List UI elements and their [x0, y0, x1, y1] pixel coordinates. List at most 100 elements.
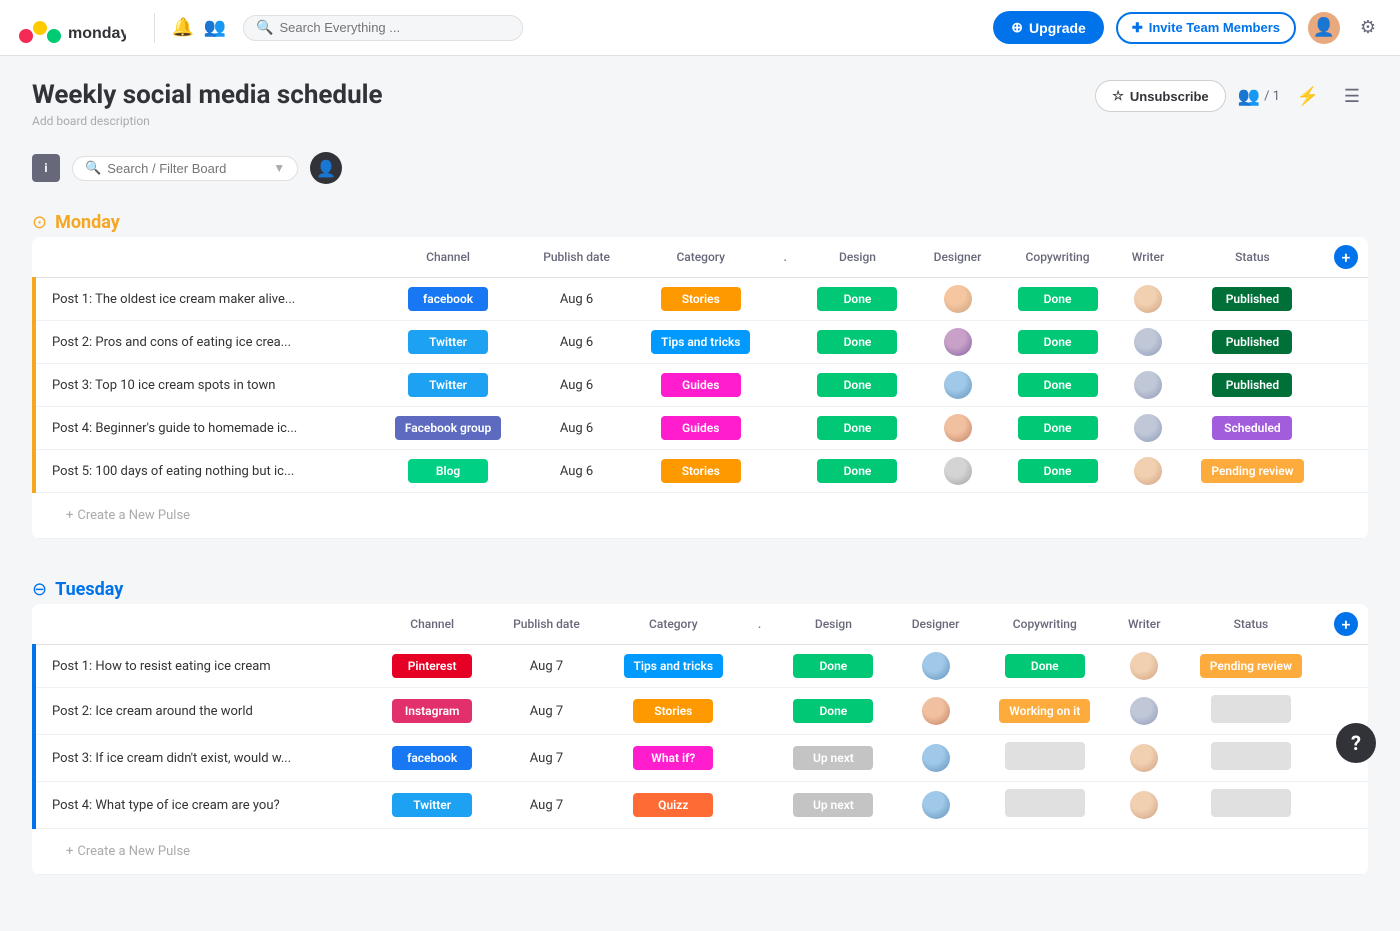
row-status[interactable]: Published: [1181, 364, 1324, 407]
row-writer[interactable]: [1111, 735, 1178, 782]
row-designer[interactable]: [915, 407, 1000, 450]
row-category[interactable]: Tips and tricks: [602, 645, 745, 688]
row-status[interactable]: [1178, 782, 1324, 829]
row-copywriting[interactable]: Done: [1000, 278, 1115, 321]
row-design[interactable]: Done: [800, 321, 915, 364]
row-writer[interactable]: [1115, 278, 1181, 321]
row-design[interactable]: Done: [800, 278, 915, 321]
row-category[interactable]: Tips and tricks: [631, 321, 771, 364]
search-bar[interactable]: 🔍: [243, 15, 523, 41]
row-title[interactable]: Post 4: What type of ice cream are you?: [34, 782, 373, 829]
row-category[interactable]: Stories: [602, 688, 745, 735]
row-status[interactable]: Published: [1181, 321, 1324, 364]
person-filter-button[interactable]: 👤: [310, 152, 342, 184]
row-category[interactable]: Stories: [631, 450, 771, 493]
row-designer[interactable]: [892, 735, 979, 782]
row-design[interactable]: Done: [775, 688, 893, 735]
row-category[interactable]: Quizz: [602, 782, 745, 829]
row-copywriting[interactable]: Working on it: [979, 688, 1111, 735]
row-design[interactable]: Up next: [775, 782, 893, 829]
row-design[interactable]: Done: [775, 645, 893, 688]
row-copywriting[interactable]: Done: [1000, 407, 1115, 450]
row-designer[interactable]: [915, 450, 1000, 493]
row-channel[interactable]: Twitter: [374, 364, 522, 407]
board-description[interactable]: Add board description: [32, 114, 1095, 128]
row-copywriting[interactable]: Done: [1000, 364, 1115, 407]
row-writer[interactable]: [1115, 321, 1181, 364]
info-button[interactable]: i: [32, 154, 60, 182]
row-writer[interactable]: [1111, 782, 1178, 829]
search-icon: 🔍: [256, 20, 273, 36]
filter-input[interactable]: [107, 161, 267, 176]
row-category[interactable]: What if?: [602, 735, 745, 782]
logo[interactable]: monday: [16, 10, 126, 46]
people-icon[interactable]: 👥: [199, 12, 231, 44]
row-designer[interactable]: [915, 321, 1000, 364]
row-status[interactable]: [1178, 688, 1324, 735]
row-title[interactable]: Post 1: The oldest ice cream maker alive…: [34, 278, 374, 321]
row-title[interactable]: Post 5: 100 days of eating nothing but i…: [34, 450, 374, 493]
unsubscribe-button[interactable]: ☆ Unsubscribe: [1095, 80, 1225, 112]
row-title[interactable]: Post 3: If ice cream didn't exist, would…: [34, 735, 373, 782]
row-channel[interactable]: Twitter: [374, 321, 522, 364]
row-designer[interactable]: [915, 278, 1000, 321]
row-writer[interactable]: [1111, 688, 1178, 735]
row-status[interactable]: Pending review: [1181, 450, 1324, 493]
row-channel[interactable]: Twitter: [373, 782, 491, 829]
row-status[interactable]: Scheduled: [1181, 407, 1324, 450]
row-copywriting[interactable]: Done: [979, 645, 1111, 688]
row-channel[interactable]: Pinterest: [373, 645, 491, 688]
row-design[interactable]: Done: [800, 407, 915, 450]
menu-icon[interactable]: ☰: [1336, 80, 1368, 112]
row-designer[interactable]: [892, 645, 979, 688]
row-copywriting[interactable]: Done: [1000, 321, 1115, 364]
row-channel[interactable]: Instagram: [373, 688, 491, 735]
invite-button[interactable]: ✚ Invite Team Members: [1116, 12, 1296, 44]
group-collapse-icon[interactable]: ⊙: [32, 212, 47, 233]
row-channel[interactable]: facebook: [373, 735, 491, 782]
row-category[interactable]: Stories: [631, 278, 771, 321]
row-copywriting[interactable]: [979, 735, 1111, 782]
add-column-button[interactable]: +: [1334, 612, 1358, 636]
row-copywriting[interactable]: [979, 782, 1111, 829]
row-writer[interactable]: [1115, 407, 1181, 450]
row-designer[interactable]: [892, 688, 979, 735]
row-status[interactable]: Pending review: [1178, 645, 1324, 688]
settings-icon[interactable]: ⚙: [1352, 12, 1384, 44]
add-column-button[interactable]: +: [1334, 245, 1358, 269]
help-button[interactable]: ?: [1336, 723, 1376, 763]
row-design[interactable]: Up next: [775, 735, 893, 782]
notifications-icon[interactable]: 🔔: [167, 12, 199, 44]
add-pulse-button[interactable]: + Create a New Pulse: [50, 836, 1360, 867]
row-category[interactable]: Guides: [631, 407, 771, 450]
row-designer[interactable]: [892, 782, 979, 829]
search-input[interactable]: [279, 20, 510, 35]
row-channel[interactable]: facebook: [374, 278, 522, 321]
user-avatar[interactable]: 👤: [1308, 12, 1340, 44]
activity-icon[interactable]: ⚡: [1292, 80, 1324, 112]
row-writer[interactable]: [1115, 450, 1181, 493]
row-status[interactable]: Published: [1181, 278, 1324, 321]
row-extra: [1324, 450, 1368, 493]
row-writer[interactable]: [1111, 645, 1178, 688]
row-writer[interactable]: [1115, 364, 1181, 407]
filter-arrow-icon[interactable]: ▼: [273, 161, 285, 175]
row-category[interactable]: Guides: [631, 364, 771, 407]
row-design[interactable]: Done: [800, 450, 915, 493]
group-header-monday: ⊙ Monday: [32, 204, 1368, 237]
filter-bar[interactable]: 🔍 ▼: [72, 156, 298, 181]
row-designer[interactable]: [915, 364, 1000, 407]
row-channel[interactable]: Blog: [374, 450, 522, 493]
row-title[interactable]: Post 3: Top 10 ice cream spots in town: [34, 364, 374, 407]
upgrade-button[interactable]: ⊕ Upgrade: [993, 11, 1104, 44]
row-title[interactable]: Post 1: How to resist eating ice cream: [34, 645, 373, 688]
row-title[interactable]: Post 2: Ice cream around the world: [34, 688, 373, 735]
add-pulse-button[interactable]: + Create a New Pulse: [50, 500, 1360, 531]
row-title[interactable]: Post 2: Pros and cons of eating ice crea…: [34, 321, 374, 364]
row-channel[interactable]: Facebook group: [374, 407, 522, 450]
group-collapse-icon[interactable]: ⊖: [32, 579, 47, 600]
row-copywriting[interactable]: Done: [1000, 450, 1115, 493]
row-title[interactable]: Post 4: Beginner's guide to homemade ic.…: [34, 407, 374, 450]
row-design[interactable]: Done: [800, 364, 915, 407]
row-status[interactable]: [1178, 735, 1324, 782]
